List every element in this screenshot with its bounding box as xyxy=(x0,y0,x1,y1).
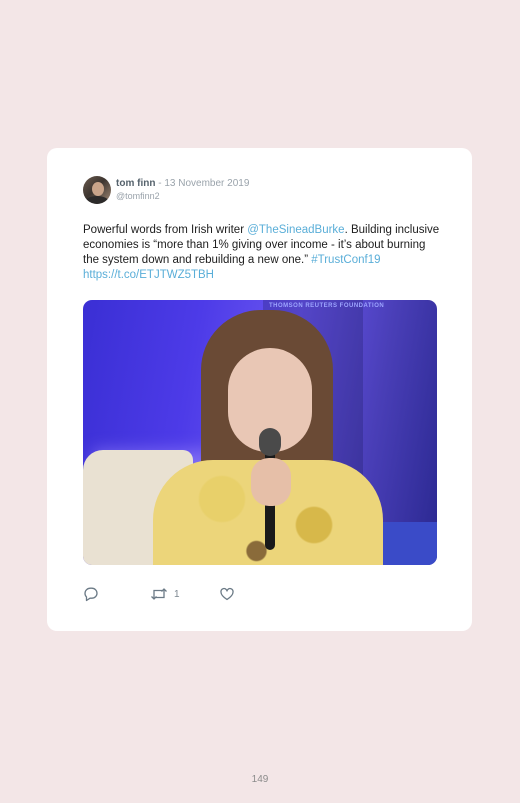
tweet-photo[interactable]: THOMSON REUTERS FOUNDATION xyxy=(83,300,437,565)
tweet-date[interactable]: - 13 November 2019 xyxy=(155,178,249,189)
avatar[interactable] xyxy=(83,176,111,204)
page-number: 149 xyxy=(251,774,269,785)
reply-button[interactable] xyxy=(83,586,99,602)
author-name[interactable]: tom finn xyxy=(116,178,155,189)
like-icon xyxy=(220,587,234,601)
backdrop-banner: THOMSON REUTERS FOUNDATION xyxy=(269,303,385,309)
retweet-button[interactable]: 1 xyxy=(150,586,180,602)
tweet-actions: 1 xyxy=(83,586,283,602)
hashtag-link[interactable]: #TrustConf19 xyxy=(311,254,380,266)
retweet-count: 1 xyxy=(174,588,180,600)
url-link[interactable]: https://t.co/ETJTWZ5TBH xyxy=(83,269,214,281)
author-handle[interactable]: @tomfinn2 xyxy=(116,191,160,201)
reply-icon xyxy=(84,587,98,602)
avatar-shirt xyxy=(85,196,109,204)
like-button[interactable] xyxy=(219,586,235,602)
speaker-hand xyxy=(251,458,291,506)
mention-link[interactable]: @TheSineadBurke xyxy=(247,224,344,236)
microphone-head xyxy=(259,428,281,456)
tweet-card: tom finn - 13 November 2019 @tomfinn2 Po… xyxy=(47,148,472,631)
author-line: tom finn - 13 November 2019 xyxy=(116,178,249,189)
retweet-icon xyxy=(151,588,167,600)
tweet-text: Powerful words from Irish writer @TheSin… xyxy=(83,223,443,283)
avatar-face xyxy=(92,182,104,196)
tweet-text-part-1: Powerful words from Irish writer xyxy=(83,224,248,236)
